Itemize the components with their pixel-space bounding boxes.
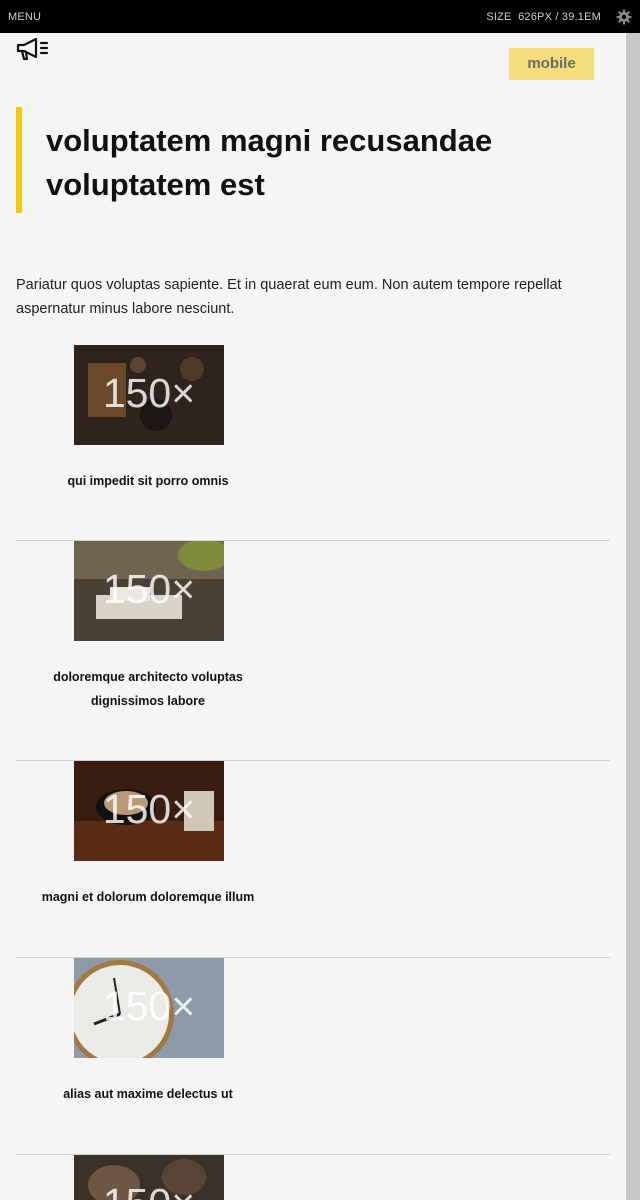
card-title[interactable]: qui impedit sit porro omnis [16,469,280,493]
card-thumbnail-image[interactable]: 150× [74,761,224,861]
card-title[interactable]: magni et dolorum doloremque illum [16,885,280,909]
card-title[interactable]: doloremque architecto voluptas dignissim… [16,665,280,713]
menu-button[interactable]: MENU [8,11,41,23]
placeholder-label: 150× [103,786,195,832]
size-label: SIZE [486,11,512,23]
megaphone-icon[interactable] [16,37,50,61]
viewport-badge: mobile [509,48,594,80]
placeholder-label: 150× [103,566,195,612]
top-toolbar: MENU SIZE 626PX / 39.1EM [0,0,640,33]
card-title[interactable]: alias aut maxime delectus ut [16,1082,280,1106]
placeholder-label: 150× [103,1180,195,1200]
size-value: 626PX / 39.1EM [518,11,601,23]
viewport: mobile voluptatem magni recusandae volup… [0,33,626,1200]
placeholder-label: 150× [103,370,195,416]
title-block: voluptatem magni recusandae voluptatem e… [16,107,596,213]
card-thumbnail-image[interactable]: 150× [74,345,224,445]
gear-icon[interactable] [616,9,632,25]
intro-paragraph: Pariatur quos voluptas sapiente. Et in q… [16,277,562,317]
card-thumbnail-image[interactable]: 150× [74,958,224,1058]
placeholder-label: 150× [103,983,195,1029]
card-thumbnail-image[interactable]: 150× [74,541,224,641]
card-thumbnail-image[interactable]: 150× [74,1155,224,1200]
page-title: voluptatem magni recusandae voluptatem e… [46,123,493,202]
title-accent-bar [16,107,22,213]
scrollbar[interactable] [626,33,640,1200]
viewport-size-readout: SIZE 626PX / 39.1EM [486,11,601,23]
